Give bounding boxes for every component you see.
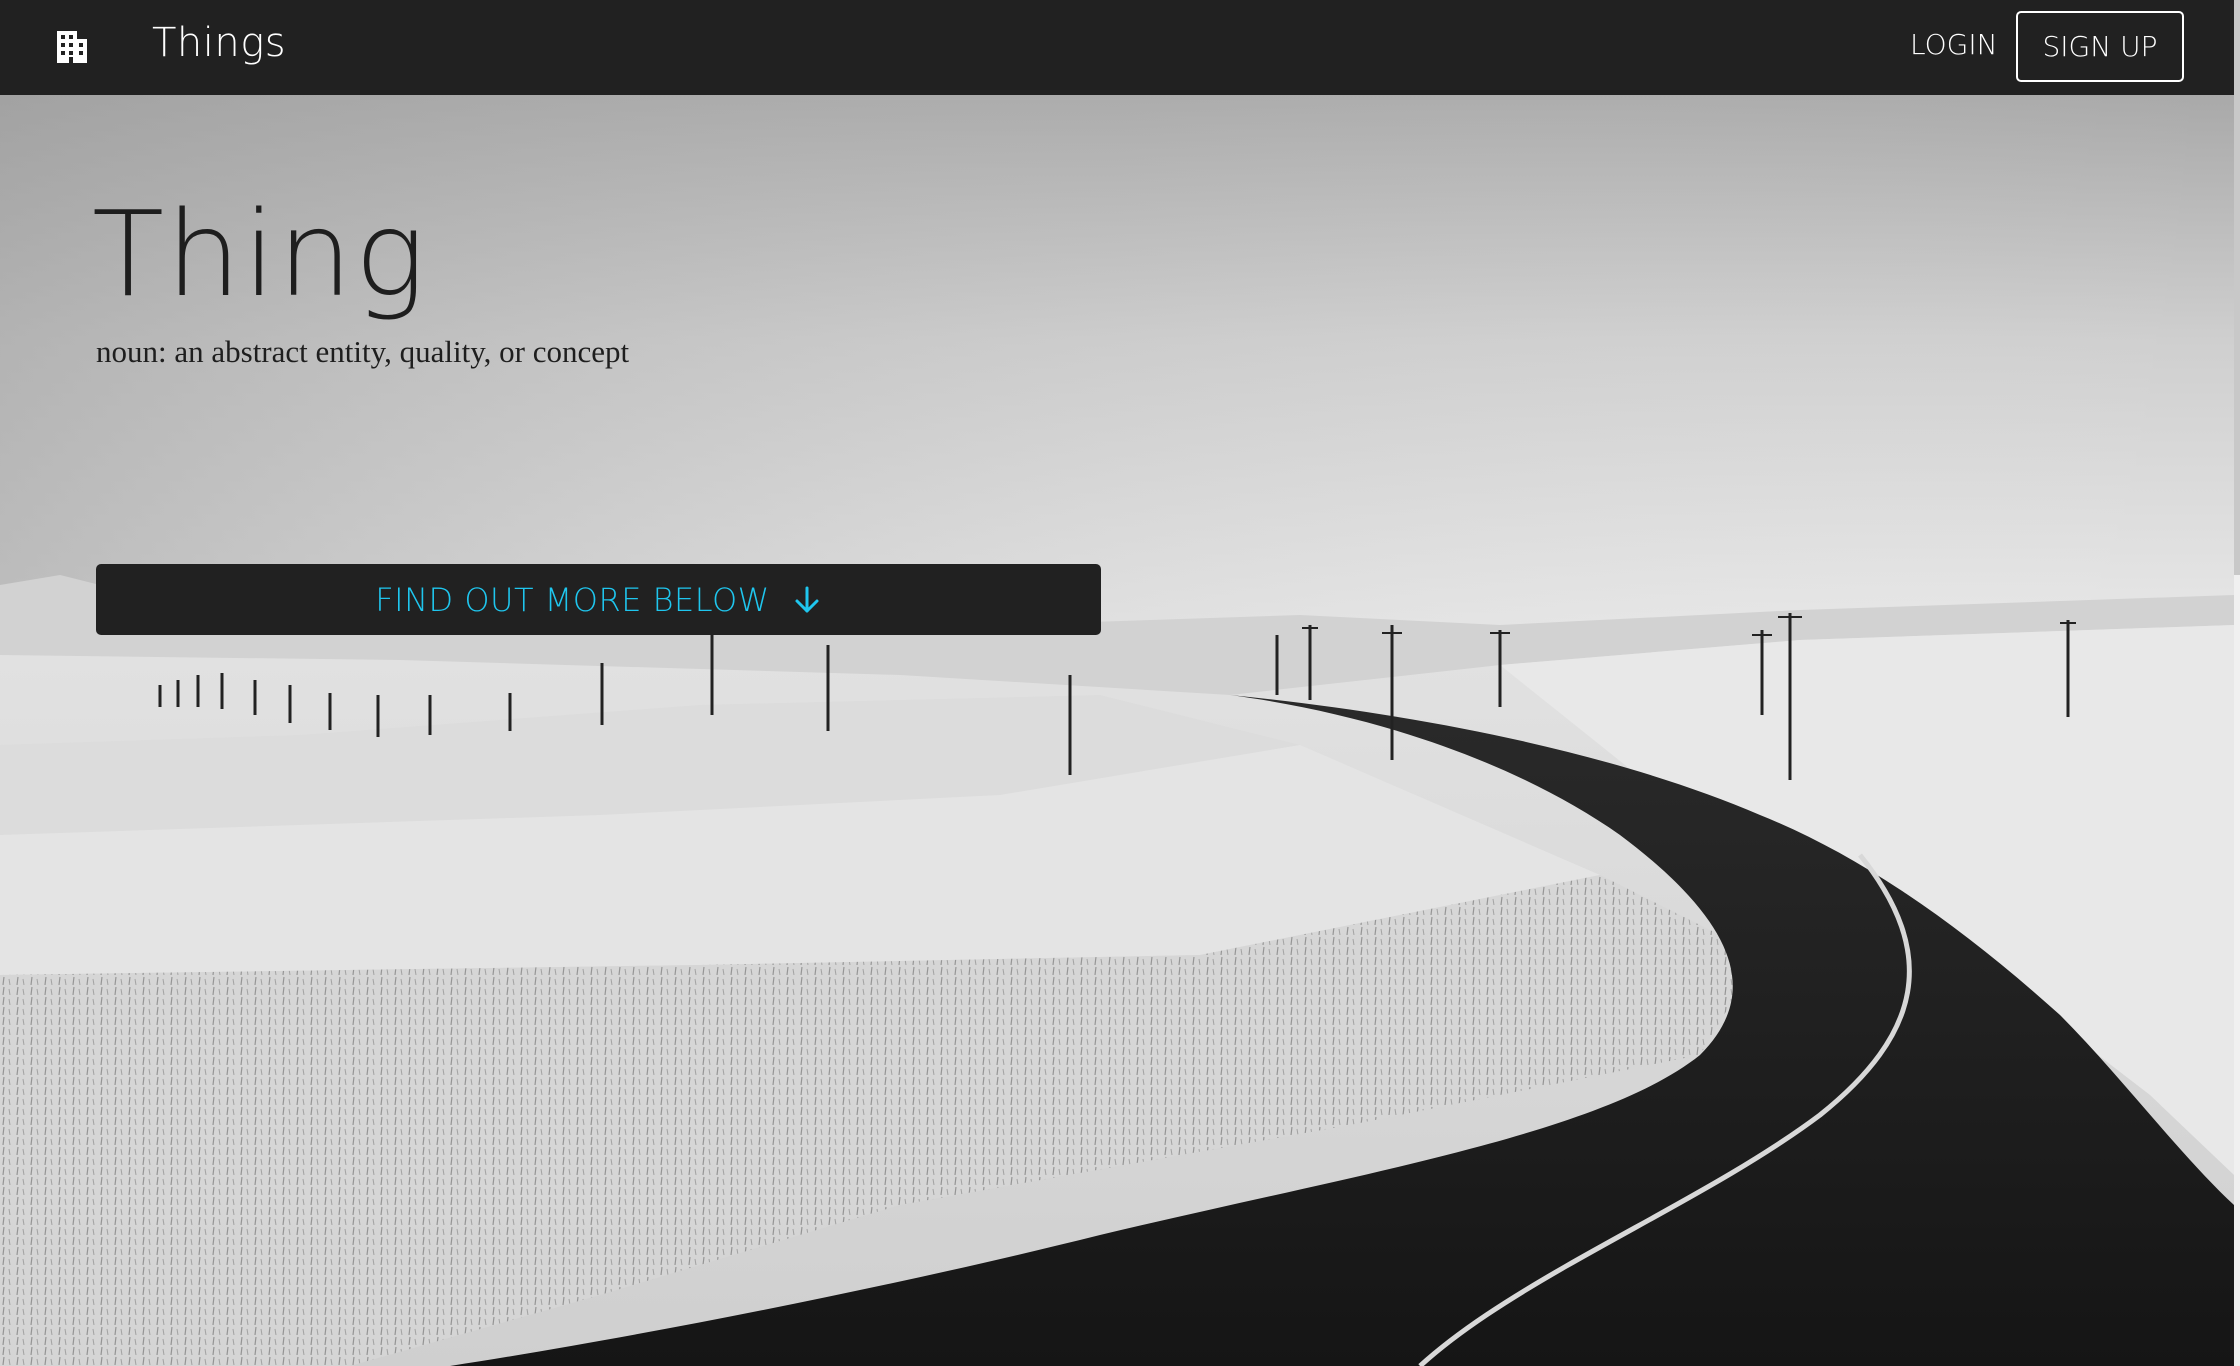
- scrollbar-thumb[interactable]: [2234, 0, 2240, 575]
- hero-section: Thing noun: an abstract entity, quality,…: [0, 95, 2234, 1366]
- hero-subtitle: noun: an abstract entity, quality, or co…: [96, 334, 630, 369]
- find-out-more-button[interactable]: FIND OUT MORE BELOW: [96, 564, 1101, 635]
- top-navbar: Things LOGIN SIGN UP: [0, 0, 2234, 95]
- page-scrollbar[interactable]: [2234, 0, 2240, 1366]
- arrow-down-icon: [795, 586, 819, 612]
- building-icon[interactable]: [53, 29, 91, 65]
- signup-button[interactable]: SIGN UP: [2016, 11, 2184, 82]
- page: Things LOGIN SIGN UP Thing noun: an abst…: [0, 0, 2240, 1366]
- login-link[interactable]: LOGIN: [1910, 28, 1998, 61]
- find-out-more-label: FIND OUT MORE BELOW: [375, 580, 770, 619]
- brand-title[interactable]: Things: [152, 20, 286, 66]
- hero-title: Thing: [92, 185, 428, 323]
